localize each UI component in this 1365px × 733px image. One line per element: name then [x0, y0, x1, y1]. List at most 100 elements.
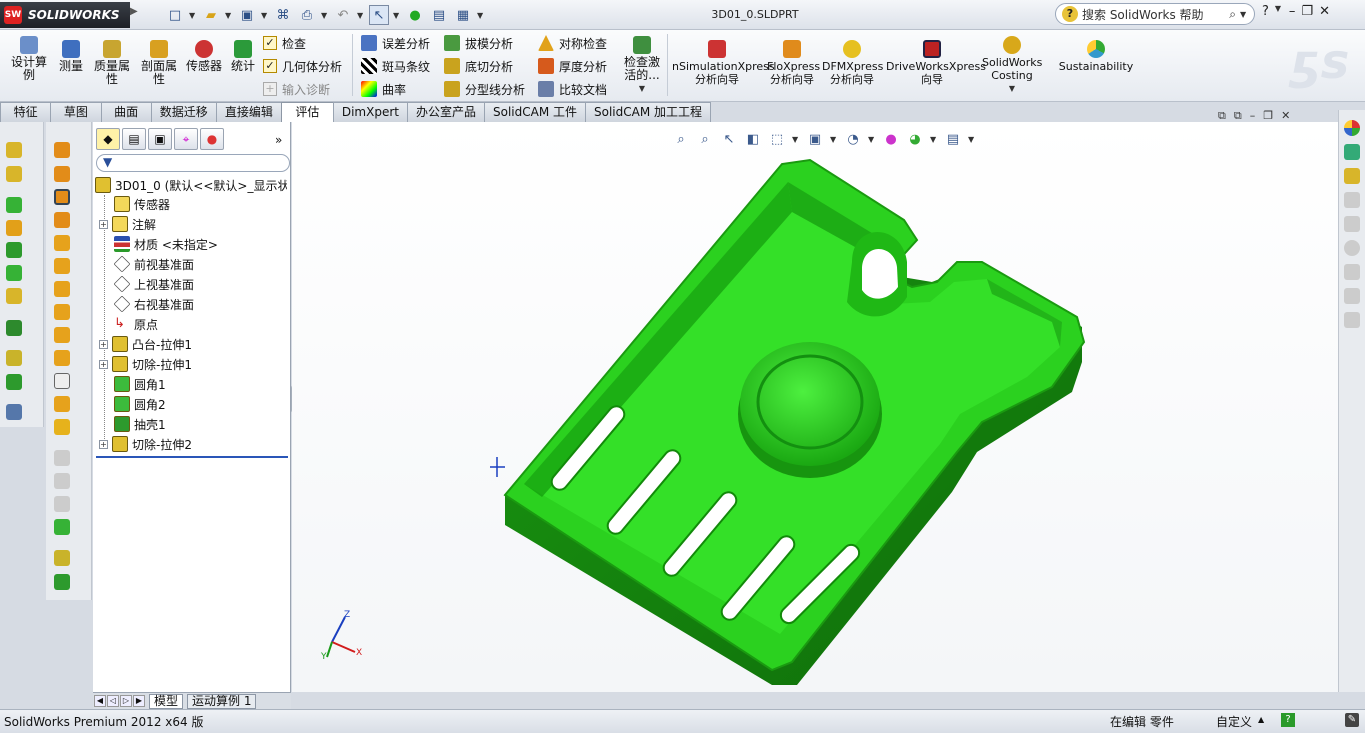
- symmetry-check-button[interactable]: 对称检查: [538, 33, 607, 53]
- tile-horizontal-icon[interactable]: ⧉: [1218, 109, 1226, 123]
- open-folder-icon[interactable]: ▰: [201, 5, 221, 25]
- rebuild-icon[interactable]: ⌘: [273, 5, 293, 25]
- curvature-button[interactable]: 曲率: [361, 79, 430, 99]
- flex-icon[interactable]: [54, 350, 70, 366]
- draft-icon[interactable]: [6, 265, 22, 281]
- compare-documents-button[interactable]: 比较文档: [538, 79, 607, 99]
- file-properties-icon[interactable]: ▤: [429, 5, 449, 25]
- options-icon[interactable]: ▦: [453, 5, 473, 25]
- print-icon[interactable]: ⎙: [297, 5, 317, 25]
- tab-motion-study[interactable]: 运动算例 1: [187, 693, 257, 709]
- tree-item-fillet2[interactable]: 圆角2: [114, 394, 166, 414]
- sensor-button[interactable]: 传感器: [184, 40, 224, 73]
- extrude-cut-icon[interactable]: [54, 142, 70, 158]
- design-study-button[interactable]: 设计算例: [8, 36, 50, 82]
- tree-item-boss-extrude1[interactable]: + 凸台-拉伸1: [99, 334, 192, 354]
- viewport-minimize-icon[interactable]: –: [1250, 109, 1256, 123]
- draft-analysis-button[interactable]: 拔模分析: [444, 33, 525, 53]
- dimxpert-manager-tab-icon[interactable]: ⌖: [174, 128, 198, 150]
- expand-panel-icon[interactable]: »: [275, 133, 282, 147]
- tree-root[interactable]: 3D01_0 (默认<<默认>_显示状态: [95, 175, 287, 195]
- feature-tree-tab-icon[interactable]: ◆: [96, 128, 120, 150]
- parting-line-analysis-button[interactable]: 分型线分析: [444, 79, 525, 99]
- extrude-boss-icon[interactable]: [6, 142, 22, 158]
- chevron-down-icon[interactable]: ▼: [321, 11, 329, 20]
- tree-item-cut-extrude2[interactable]: + 切除-拉伸2: [99, 434, 192, 454]
- import-diagnostics-button[interactable]: + 输入诊断: [263, 79, 342, 99]
- tab-office-products[interactable]: 办公室产品: [406, 102, 485, 122]
- notification-icon[interactable]: ✎: [1345, 713, 1359, 727]
- chevron-down-icon[interactable]: ▼: [393, 11, 401, 20]
- rib-icon[interactable]: [6, 288, 22, 304]
- search-icon[interactable]: ⌕: [1229, 7, 1236, 22]
- next-tab-icon[interactable]: ▷: [120, 695, 132, 707]
- reference-geometry-icon[interactable]: [6, 350, 22, 366]
- undo-icon[interactable]: ↶: [333, 5, 353, 25]
- tree-item-top-plane[interactable]: 上视基准面: [113, 274, 194, 294]
- new-document-icon[interactable]: □: [165, 5, 185, 25]
- chevron-down-icon[interactable]: ▼: [1008, 82, 1016, 95]
- hole-wizard-icon[interactable]: [54, 235, 70, 251]
- check-button[interactable]: ✓ 检查: [263, 33, 342, 53]
- curves-icon[interactable]: [6, 374, 22, 390]
- tab-evaluate[interactable]: 评估: [280, 102, 334, 122]
- model-3d[interactable]: [292, 122, 1338, 692]
- tile-vertical-icon[interactable]: ⧉: [1234, 109, 1242, 123]
- tree-item-shell1[interactable]: 抽壳1: [114, 414, 166, 434]
- geometry-analysis-button[interactable]: ✓ 几何体分析: [263, 56, 342, 76]
- dfmxpress-button[interactable]: DFMXpress分析向导: [822, 40, 883, 86]
- tab-solidcam-stock[interactable]: SolidCAM 工件: [483, 102, 586, 122]
- boundary-boss-icon[interactable]: [54, 304, 70, 320]
- lofted-cut-icon[interactable]: [54, 212, 70, 228]
- tab-surfaces[interactable]: 曲面: [100, 102, 152, 122]
- tab-dimxpert[interactable]: DimXpert: [332, 102, 408, 122]
- linear-pattern-icon[interactable]: [6, 320, 22, 336]
- restore-icon[interactable]: ❐: [1301, 4, 1313, 19]
- shell-icon[interactable]: [6, 242, 22, 258]
- display-manager-tab-icon[interactable]: ●: [200, 128, 224, 150]
- instant3d-icon[interactable]: [6, 404, 22, 420]
- help-search-box[interactable]: ? 搜索 SolidWorks 帮助 ⌕ ▼: [1055, 3, 1255, 25]
- revolve-cut-icon[interactable]: [54, 166, 70, 182]
- chevron-down-icon[interactable]: ▼: [477, 11, 485, 20]
- tab-model[interactable]: 模型: [149, 693, 184, 709]
- measure-button[interactable]: 测量: [56, 40, 86, 73]
- file-explorer-icon[interactable]: [1344, 168, 1360, 184]
- chevron-down-icon[interactable]: ▼: [189, 11, 197, 20]
- zebra-stripes-button[interactable]: 斑马条纹: [361, 56, 430, 76]
- help-status-icon[interactable]: ?: [1281, 713, 1295, 727]
- sustainability-button[interactable]: Sustainability: [1058, 40, 1134, 73]
- tree-item-front-plane[interactable]: 前视基准面: [113, 254, 194, 274]
- tab-solidcam-machining[interactable]: SolidCAM 加工工程: [585, 102, 712, 122]
- tree-item-origin[interactable]: ↳ 原点: [114, 314, 158, 334]
- chevron-up-icon[interactable]: ▲: [1258, 715, 1264, 724]
- fillet-icon[interactable]: [6, 197, 22, 213]
- viewport-restore-icon[interactable]: ❐: [1263, 109, 1273, 123]
- indent-icon[interactable]: [54, 419, 70, 435]
- property-manager-tab-icon[interactable]: ▤: [122, 128, 146, 150]
- tab-features[interactable]: 特征: [0, 102, 52, 122]
- reference-point-icon[interactable]: [54, 550, 70, 566]
- swept-cut-icon[interactable]: [54, 189, 70, 205]
- tab-direct-editing[interactable]: 直接编辑: [215, 102, 282, 122]
- feature-tree-filter[interactable]: ▼: [96, 154, 290, 172]
- chevron-down-icon[interactable]: ▼: [1240, 10, 1248, 19]
- close-icon[interactable]: ✕: [1319, 4, 1330, 19]
- simulationxpress-button[interactable]: nSimulationXpress分析向导: [672, 40, 775, 86]
- costing-button[interactable]: SolidWorks Costing ▼: [982, 36, 1042, 95]
- select-pointer-icon[interactable]: ↖: [369, 5, 389, 25]
- rollback-bar[interactable]: [96, 456, 288, 458]
- tree-item-annotations[interactable]: + 注解: [99, 214, 156, 234]
- chevron-down-icon[interactable]: ▼: [357, 11, 365, 20]
- tree-item-material[interactable]: 材质 <未指定>: [114, 234, 218, 254]
- chamfer-icon[interactable]: [6, 220, 22, 236]
- tree-item-cut-extrude1[interactable]: + 切除-拉伸1: [99, 354, 192, 374]
- undercut-analysis-button[interactable]: 底切分析: [444, 56, 525, 76]
- tree-item-sensors[interactable]: 传感器: [114, 194, 170, 214]
- freeform-icon[interactable]: [54, 396, 70, 412]
- thickness-analysis-button[interactable]: 厚度分析: [538, 56, 607, 76]
- prev-tab-icon[interactable]: ◁: [107, 695, 119, 707]
- chevron-down-icon[interactable]: ▼: [1275, 4, 1283, 19]
- solidworks-resources-icon[interactable]: [1344, 120, 1360, 136]
- viewport-close-icon[interactable]: ✕: [1281, 109, 1290, 123]
